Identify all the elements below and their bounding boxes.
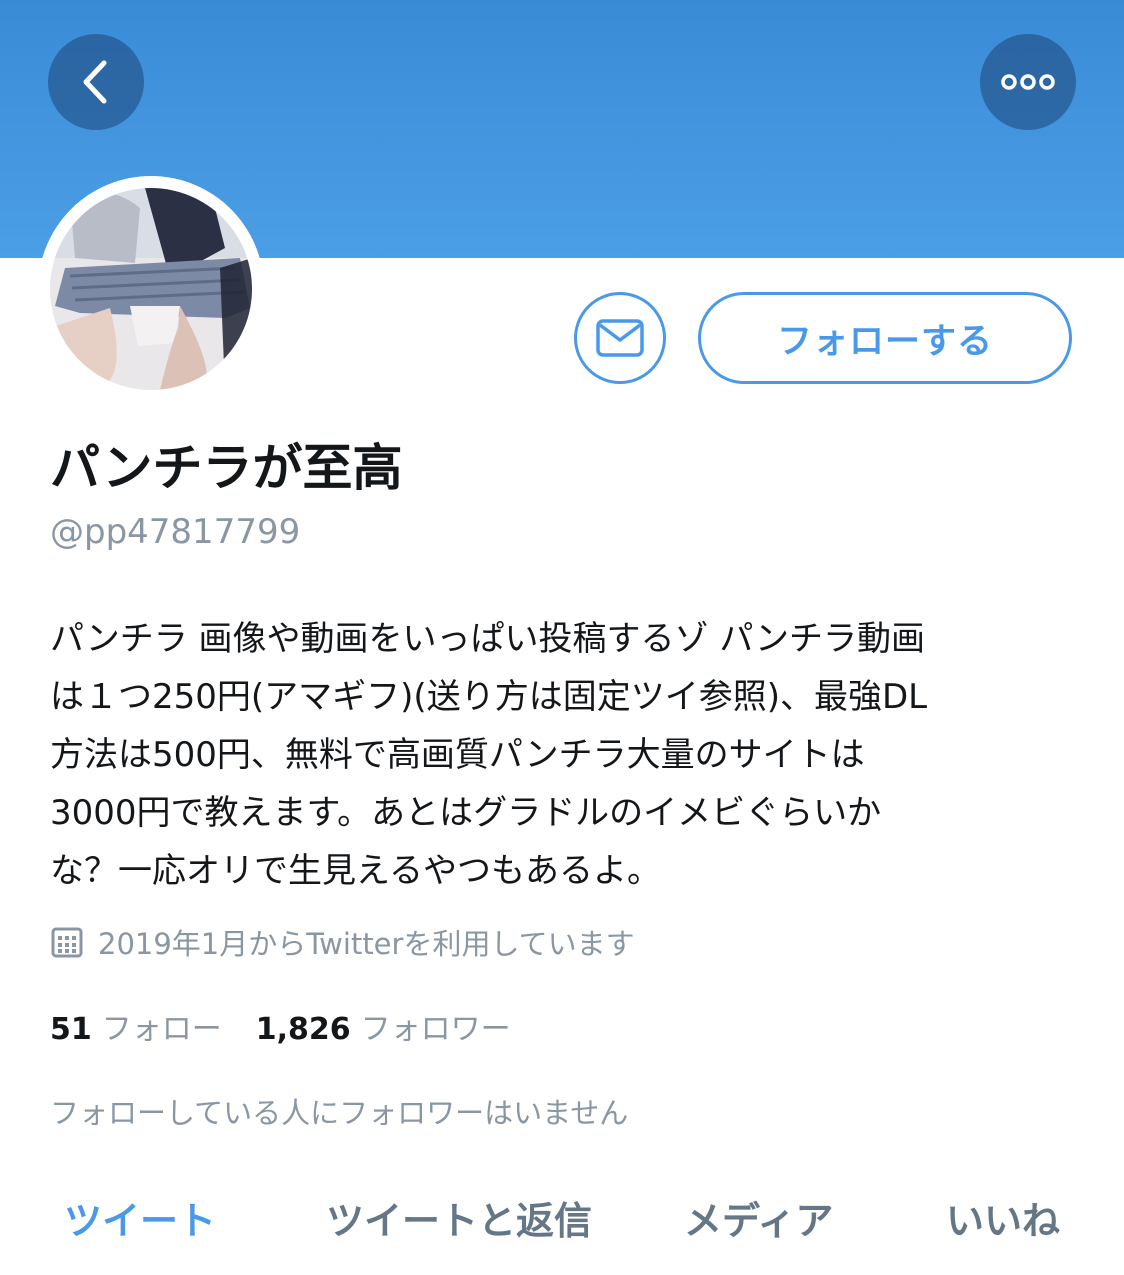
followers-link[interactable]: 1,826 フォロワー [256,1004,511,1048]
calendar-icon [51,927,83,958]
joined-date: 2019年1月からTwitterを利用しています [50,920,635,964]
message-button[interactable] [574,292,666,384]
profile-stats: 51 フォロー 1,826 フォロワー [50,1004,511,1048]
followers-count: 1,826 [255,1012,351,1047]
envelope-icon [596,319,644,357]
chevron-left-icon [83,60,107,104]
tab-tweets[interactable]: ツイート [64,1186,216,1256]
following-count: 51 [50,1012,92,1047]
following-label: フォロー [101,1012,222,1047]
back-button[interactable] [48,34,144,130]
more-options-button[interactable] [980,34,1076,130]
bio-line: は１つ250円(アマギフ)(送り方は固定ツイ参照)、最強DL [50,677,928,717]
profile-tabs: ツイート ツイートと返信 メディア いいね [0,1186,1124,1256]
joined-text: 2019年1月からTwitterを利用しています [98,927,635,961]
more-dots-icon [1001,74,1055,90]
tab-likes[interactable]: いいね [946,1186,1060,1256]
follow-button[interactable]: フォローする [698,292,1072,384]
avatar[interactable] [50,188,252,390]
followers-label: フォロワー [360,1012,511,1047]
tab-tweets-and-replies[interactable]: ツイートと返信 [326,1186,592,1256]
profile-handle: @pp47817799 [50,512,301,552]
bio-line: 3000円で教えます。あとはグラドルのイメビぐらいか [50,793,882,833]
tab-media[interactable]: メディア [684,1186,833,1256]
bio-line: な？一応オリで生見えるやつもあるよ。 [50,851,661,891]
following-link[interactable]: 51 フォロー [50,1004,222,1048]
profile-display-name: パンチラが至高 [50,439,403,497]
bio-line: パンチラ 画像や動画をいっぱい投稿するゾ パンチラ動画 [50,619,926,659]
followed-by-note: フォローしている人にフォロワーはいません [50,1096,629,1130]
avatar-photo [50,188,252,390]
bio-line: 方法は500円、無料で高画質パンチラ大量のサイトは [50,735,865,775]
profile-bio: パンチラ 画像や動画をいっぱい投稿するゾ パンチラ動画 は１つ250円(アマギフ… [50,610,1080,900]
